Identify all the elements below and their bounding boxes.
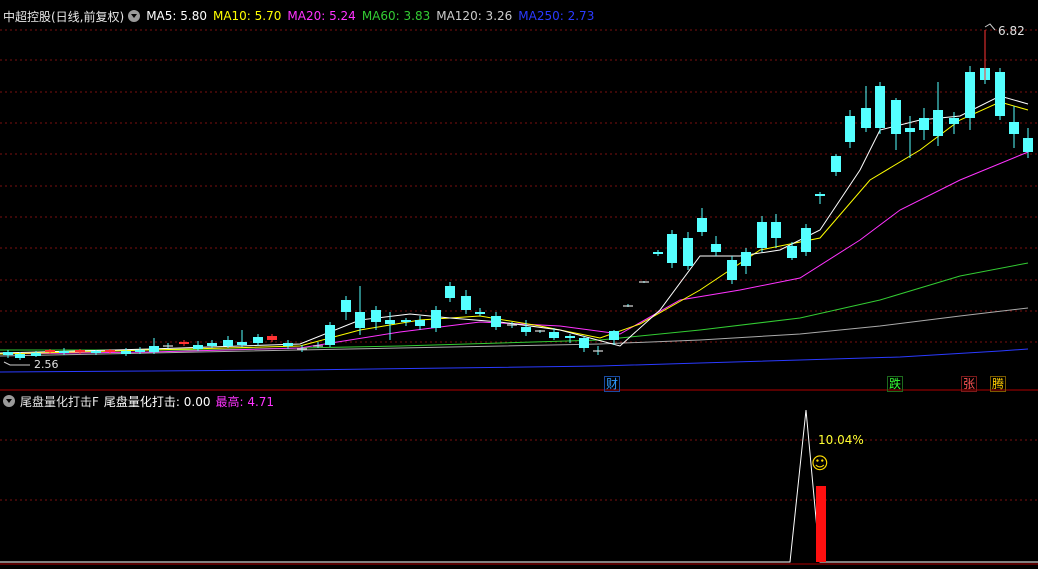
event-marker-cai[interactable]: 财 <box>604 376 621 392</box>
kline-chart-canvas[interactable]: 6.82 2.56 <box>0 0 1038 569</box>
candle-body <box>933 110 943 136</box>
smile-icon: ☺ <box>811 454 829 474</box>
candle-body <box>15 354 25 358</box>
candle-body <box>341 300 351 312</box>
candle-body <box>771 222 781 238</box>
candlestick-series <box>3 30 1033 360</box>
candle-body <box>149 346 159 352</box>
candle-body <box>565 336 575 338</box>
candle-body <box>831 156 841 172</box>
candle-body <box>223 340 233 346</box>
ma-line <box>0 101 1029 355</box>
candle-body <box>415 320 425 326</box>
candle-body <box>891 100 901 134</box>
candle-body <box>741 252 751 266</box>
indicator-value: 尾盘量化打击: 0.00 <box>103 394 211 409</box>
candle-body <box>995 72 1005 116</box>
candle-body <box>949 118 959 124</box>
candle-body <box>207 343 217 346</box>
high-pointer <box>984 23 996 31</box>
candle-body <box>237 342 247 345</box>
indicator-plot <box>0 409 1038 563</box>
indicator-max: 最高: 4.71 <box>215 394 275 409</box>
candle-body <box>711 244 721 252</box>
candle-body <box>579 338 589 348</box>
candle-body <box>521 327 531 332</box>
event-marker-zhang[interactable]: 张 <box>961 376 978 392</box>
candle-body <box>683 238 693 266</box>
candle-body <box>697 218 707 232</box>
candle-body <box>385 320 395 324</box>
candle-body <box>401 320 411 322</box>
candle-body <box>179 342 189 344</box>
candle-body <box>105 350 115 352</box>
indicator-percent-annotation: 10.04% <box>818 433 864 447</box>
candle-body <box>549 332 559 338</box>
indicator-menu-dropdown-icon[interactable] <box>3 395 15 407</box>
ma-line <box>0 95 1029 354</box>
indicator-bar <box>816 486 826 562</box>
candle-body <box>355 312 365 328</box>
candle-body <box>1023 138 1033 152</box>
candle-body <box>801 228 811 252</box>
candle-body <box>59 351 69 353</box>
candle-body <box>861 108 871 128</box>
ma-line <box>0 262 1029 351</box>
indicator-spike-line <box>0 409 1038 563</box>
candle-body <box>267 336 277 340</box>
low-price-label: 2.56 <box>34 358 59 371</box>
candle-body <box>905 128 915 132</box>
candle-body <box>325 325 335 345</box>
moving-average-lines <box>0 95 1029 373</box>
candle-body <box>45 350 55 352</box>
candle-body <box>193 345 203 349</box>
candle-body <box>787 246 797 258</box>
candle-body <box>845 116 855 142</box>
candle-body <box>431 310 441 328</box>
candle-body <box>491 316 501 327</box>
candle-body <box>91 351 101 353</box>
candle-body <box>31 353 41 356</box>
candle-body <box>135 350 145 352</box>
candle-body <box>667 234 677 263</box>
candle-body <box>653 252 663 254</box>
candle-body <box>3 352 13 355</box>
candle-body <box>727 260 737 280</box>
candle-body <box>965 72 975 118</box>
low-pointer <box>3 361 30 366</box>
event-marker-die[interactable]: 跌 <box>887 376 904 392</box>
candle-body <box>283 343 293 346</box>
candle-body <box>919 118 929 130</box>
candle-body <box>757 222 767 248</box>
candle-body <box>875 86 885 128</box>
indicator-header: 尾盘量化打击F 尾盘量化打击: 0.00 最高: 4.71 <box>0 392 279 410</box>
event-marker-teng[interactable]: 腾 <box>990 376 1007 392</box>
candle-body <box>609 331 619 340</box>
candle-body <box>461 296 471 310</box>
high-price-label: 6.82 <box>998 24 1025 38</box>
candle-body <box>371 310 381 322</box>
candle-body <box>475 312 485 314</box>
candle-body <box>253 337 263 343</box>
indicator-name: 尾盘量化打击F <box>20 394 99 409</box>
candle-body <box>1009 122 1019 134</box>
candle-body <box>121 351 131 354</box>
candle-body <box>445 286 455 298</box>
candle-body <box>815 194 825 196</box>
candle-body <box>75 350 85 352</box>
